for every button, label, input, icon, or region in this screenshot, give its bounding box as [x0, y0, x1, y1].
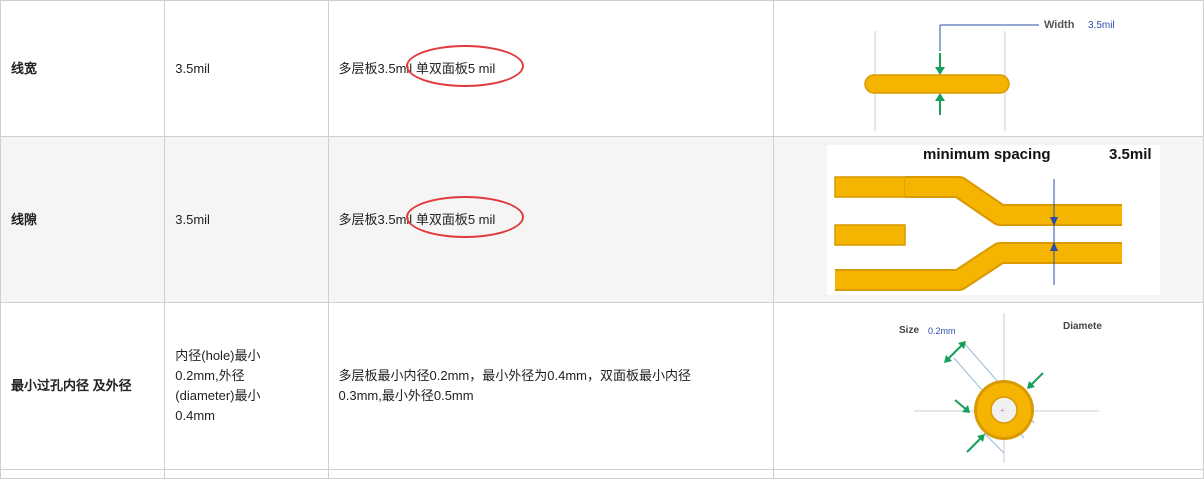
value-line: 内径(hole)最小	[175, 348, 261, 363]
table-row: 线宽 3.5mil 多层板3.5mil 单双面板5 mil Width 3.5m	[0, 0, 1204, 137]
table-row: 最小过孔内径 及外径 内径(hole)最小 0.2mm,外径 (diameter…	[0, 302, 1204, 470]
size-value: 0.2mm	[928, 326, 956, 336]
value-line: 0.2mm,外径	[175, 368, 245, 383]
arrow-up-icon	[935, 93, 946, 101]
param-note-cell: 多层板3.5mil 单双面板5 mil	[327, 0, 775, 137]
trace-shape	[834, 224, 907, 246]
trace-shape	[864, 74, 1011, 94]
diagram-cell: Size 0.2mm Diamete +	[773, 302, 1204, 470]
note-line: 0.3mm,最小外径0.5mm	[338, 388, 474, 403]
param-name-cell: 线宽	[0, 0, 166, 137]
param-name-cell: 最小过孔内径 及外径	[0, 302, 166, 470]
size-label: Size	[899, 325, 919, 336]
red-circle-annotation	[405, 195, 524, 238]
spacing-label: minimum spacing	[923, 146, 1051, 163]
arrow-down-icon	[935, 67, 946, 75]
circled-note: 单双面板5 mil	[405, 44, 524, 87]
diagram-cell: minimum spacing 3.5mil	[773, 136, 1204, 303]
param-name-cell: 线隙	[0, 136, 166, 303]
width-value: 3.5mil	[1088, 20, 1115, 31]
svg-text:+: +	[1000, 406, 1005, 415]
diameter-label: Diamete	[1063, 321, 1102, 332]
table-row	[0, 469, 1204, 479]
trace-spacing-diagram: minimum spacing 3.5mil	[827, 145, 1161, 295]
circled-note: 单双面板5 mil	[405, 195, 524, 238]
note-text: 多层板3.5mil	[338, 211, 413, 227]
value-line: 0.4mm	[175, 408, 215, 423]
param-note-cell: 多层板3.5mil 单双面板5 mil	[327, 136, 775, 303]
table-row: 线隙 3.5mil 多层板3.5mil 单双面板5 mil minimum sp…	[0, 136, 1204, 303]
red-circle-annotation	[405, 44, 524, 87]
param-value-cell: 3.5mil	[164, 0, 329, 137]
param-value-cell: 内径(hole)最小 0.2mm,外径 (diameter)最小 0.4mm	[164, 302, 329, 470]
spec-table: 线宽 3.5mil 多层板3.5mil 单双面板5 mil Width 3.5m	[0, 0, 1204, 479]
diagram-cell: Width 3.5mil	[773, 0, 1204, 137]
trace-width-diagram: Width 3.5mil	[864, 19, 1115, 131]
trace-shape	[834, 176, 907, 198]
spacing-value: 3.5mil	[1109, 146, 1152, 163]
via-diagram: Size 0.2mm Diamete +	[899, 313, 1103, 463]
width-label: Width	[1044, 19, 1075, 31]
param-value-cell: 3.5mil	[164, 136, 329, 303]
param-note-cell: 多层板最小内径0.2mm，最小外径为0.4mm，双面板最小内径 0.3mm,最小…	[327, 302, 775, 470]
note-text: 多层板3.5mil	[338, 60, 413, 76]
value-line: (diameter)最小	[175, 388, 261, 403]
note-line: 多层板最小内径0.2mm，最小外径为0.4mm，双面板最小内径	[338, 368, 691, 383]
